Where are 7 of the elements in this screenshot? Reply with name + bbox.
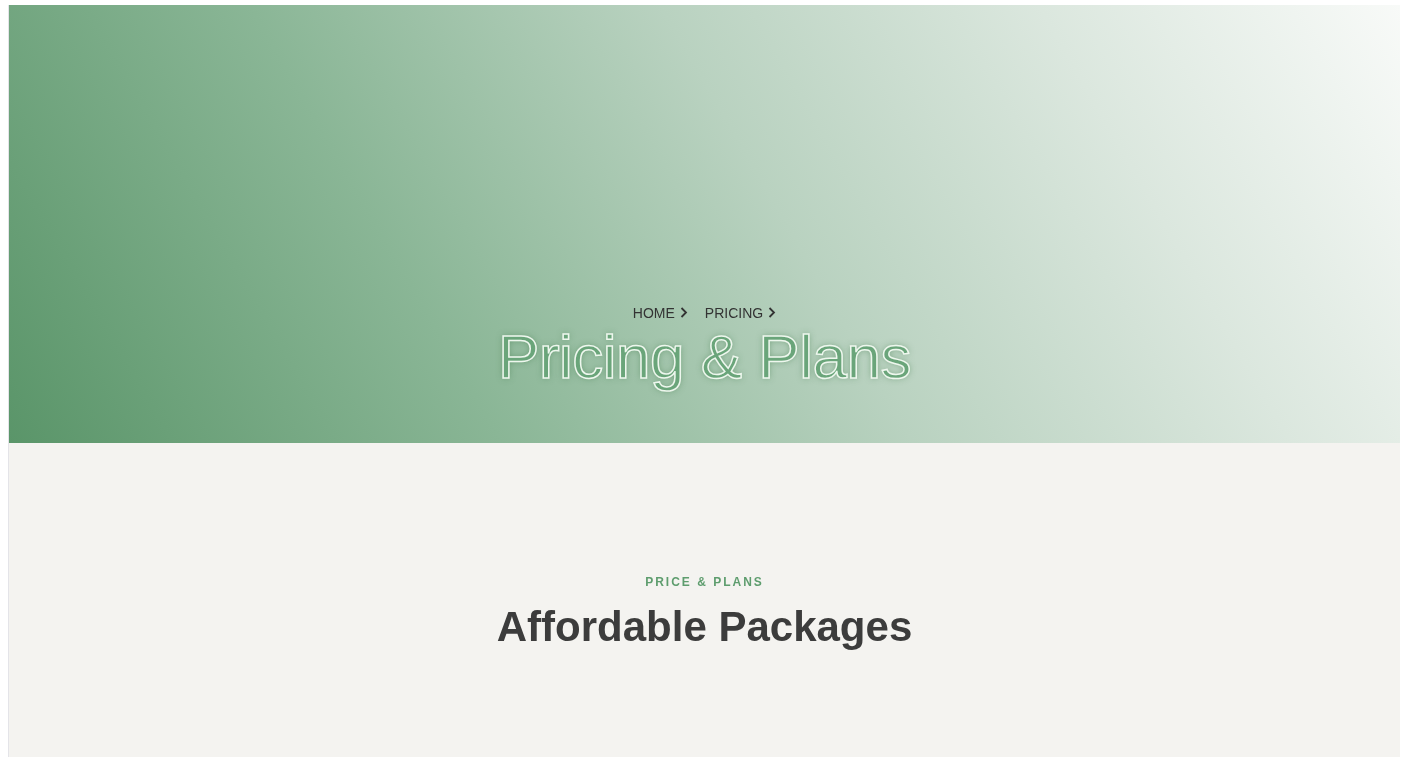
- chevron-icon: [679, 307, 688, 319]
- section-eyebrow: PRICE & PLANS: [645, 575, 764, 589]
- chevron-icon: [768, 307, 777, 319]
- breadcrumb-link[interactable]: PRICING: [704, 304, 764, 321]
- section-heading: Affordable Packages: [496, 603, 913, 651]
- breadcrumb-link[interactable]: HOME: [632, 304, 675, 321]
- page-title: Pricing & Plans: [498, 322, 911, 391]
